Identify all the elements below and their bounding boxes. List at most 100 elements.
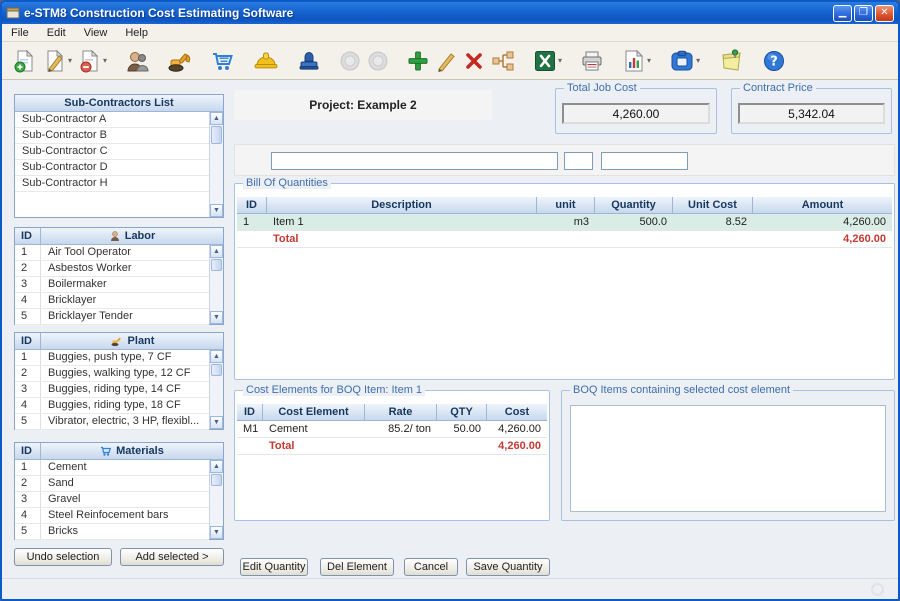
labor-scrollbar[interactable]: ▲ ▼	[209, 245, 223, 324]
toolbar-edit-item-button[interactable]	[432, 46, 460, 76]
toolbar-delete-project-button[interactable]: ▾	[75, 46, 110, 76]
delete-item-icon	[463, 50, 485, 72]
boq-items-title: BOQ Items containing selected cost eleme…	[570, 384, 793, 396]
item-description-input[interactable]	[271, 152, 558, 170]
delete-project-dropdown-caret[interactable]: ▾	[103, 56, 107, 65]
labor-title: Labor	[125, 230, 156, 242]
edit-quantity-button[interactable]: Edit Quantity	[240, 558, 308, 576]
resize-grip-icon[interactable]	[871, 583, 884, 596]
plant-id-header: ID	[15, 333, 41, 349]
materials-scrollbar[interactable]: ▲ ▼	[209, 460, 223, 539]
plant-row[interactable]: 2Buggies, walking type, 12 CF	[15, 366, 209, 382]
material-row[interactable]: 1Cement	[15, 460, 209, 476]
boq-total-label: Total	[267, 231, 537, 248]
boq-row[interactable]: 1 Item 1 m3 500.0 8.52 4,260.00	[237, 214, 892, 231]
toolbar-labor-button[interactable]	[250, 46, 282, 76]
tools-stamp-icon	[297, 49, 321, 73]
menu-edit[interactable]: Edit	[38, 26, 75, 40]
labor-row[interactable]: 2Asbestos Worker	[15, 261, 209, 277]
materials-title: Materials	[116, 445, 164, 457]
scroll-up-icon[interactable]: ▲	[210, 460, 223, 473]
materials-cart-icon	[211, 49, 235, 73]
scroll-down-icon[interactable]: ▼	[210, 311, 223, 324]
cancel-button[interactable]: Cancel	[404, 558, 458, 576]
close-button[interactable]: ✕	[875, 5, 894, 22]
plant-row[interactable]: 3Buggies, riding type, 14 CF	[15, 382, 209, 398]
nav-back-disabled-icon	[339, 50, 361, 72]
toolbar-help-button[interactable]: ?	[759, 46, 789, 76]
minimize-button[interactable]: ▁	[833, 5, 852, 22]
toolbar-assign-button[interactable]	[488, 46, 518, 76]
maximize-button[interactable]: ❐	[854, 5, 873, 22]
del-element-button[interactable]: Del Element	[320, 558, 394, 576]
materials-header-icon	[100, 445, 112, 457]
scroll-thumb[interactable]	[211, 126, 222, 144]
delete-project-icon	[78, 49, 102, 73]
plant-scrollbar[interactable]: ▲ ▼	[209, 350, 223, 429]
subcontractors-title: Sub-Contractors List	[15, 97, 223, 109]
scroll-thumb[interactable]	[211, 259, 222, 271]
menu-file[interactable]: File	[2, 26, 38, 40]
reports-dropdown-caret[interactable]: ▾	[647, 56, 651, 65]
menu-help[interactable]: Help	[116, 26, 157, 40]
menu-view[interactable]: View	[75, 26, 117, 40]
subcontractor-row[interactable]: Sub-Contractor A	[15, 112, 209, 128]
scroll-down-icon[interactable]: ▼	[210, 204, 223, 217]
toolbar-plant-button[interactable]	[164, 46, 196, 76]
boq-table-header: ID Description unit Quantity Unit Cost A…	[237, 197, 892, 214]
toolbar-edit-project-button[interactable]: ▾	[40, 46, 75, 76]
toolbar-export-excel-button[interactable]: ▾	[530, 46, 565, 76]
cost-elements-header: ID Cost Element Rate QTY Cost	[237, 404, 547, 421]
item-quantity-input[interactable]	[601, 152, 688, 170]
labor-row[interactable]: 1Air Tool Operator	[15, 245, 209, 261]
save-quantity-button[interactable]: Save Quantity	[466, 558, 550, 576]
toolbar-add-item-button[interactable]	[404, 46, 432, 76]
labor-row[interactable]: 5Bricklayer Tender	[15, 309, 209, 325]
export-dropdown-caret[interactable]: ▾	[558, 56, 562, 65]
item-unit-input[interactable]	[564, 152, 593, 170]
toolbar-delete-item-button[interactable]	[460, 46, 488, 76]
boq-items-listbox[interactable]	[570, 405, 886, 512]
labor-row[interactable]: 4Bricklayer	[15, 293, 209, 309]
material-row[interactable]: 5Bricks	[15, 524, 209, 540]
assign-split-icon	[491, 50, 515, 72]
toolbar-project-case-button[interactable]: ▾	[666, 46, 703, 76]
scroll-up-icon[interactable]: ▲	[210, 350, 223, 363]
scroll-up-icon[interactable]: ▲	[210, 112, 223, 125]
toolbar-tools-button[interactable]	[294, 46, 324, 76]
item-entry-band	[234, 144, 895, 176]
scroll-thumb[interactable]	[211, 364, 222, 376]
subcontractor-row[interactable]: Sub-Contractor D	[15, 160, 209, 176]
toolbar-reports-button[interactable]: ▾	[619, 46, 654, 76]
subcontractors-scrollbar[interactable]: ▲ ▼	[209, 112, 223, 217]
plant-row[interactable]: 4Buggies, riding type, 18 CF	[15, 398, 209, 414]
scroll-down-icon[interactable]: ▼	[210, 526, 223, 539]
menubar: File Edit View Help	[2, 24, 898, 42]
toolbar-print-button[interactable]	[577, 46, 607, 76]
plant-row[interactable]: 1Buggies, push type, 7 CF	[15, 350, 209, 366]
undo-selection-button[interactable]: Undo selection	[14, 548, 112, 566]
project-case-dropdown-caret[interactable]: ▾	[696, 56, 700, 65]
toolbar-notes-button[interactable]	[715, 46, 747, 76]
subcontractor-row[interactable]: Sub-Contractor H	[15, 176, 209, 192]
add-selected-button[interactable]: Add selected >	[120, 548, 224, 566]
subcontractor-row[interactable]: Sub-Contractor B	[15, 128, 209, 144]
scroll-thumb[interactable]	[211, 474, 222, 486]
edit-project-dropdown-caret[interactable]: ▾	[68, 56, 72, 65]
scroll-down-icon[interactable]: ▼	[210, 416, 223, 429]
toolbar-materials-button[interactable]	[208, 46, 238, 76]
materials-list: 1Cement 2Sand 3Gravel 4Steel Reinfocemen…	[15, 460, 209, 539]
subcontractor-row[interactable]: Sub-Contractor C	[15, 144, 209, 160]
material-row[interactable]: 3Gravel	[15, 492, 209, 508]
total-job-cost-value: 4,260.00	[562, 103, 710, 124]
material-row[interactable]: 2Sand	[15, 476, 209, 492]
scroll-up-icon[interactable]: ▲	[210, 245, 223, 258]
add-item-icon	[407, 50, 429, 72]
toolbar-subcontractors-button[interactable]	[122, 46, 152, 76]
labor-row[interactable]: 3Boilermaker	[15, 277, 209, 293]
toolbar-new-project-button[interactable]	[10, 46, 40, 76]
titlebar[interactable]: e-STM8 Construction Cost Estimating Soft…	[2, 2, 898, 24]
material-row[interactable]: 4Steel Reinfocement bars	[15, 508, 209, 524]
cost-element-row[interactable]: M1 Cement 85.2/ ton 50.00 4,260.00	[237, 421, 547, 438]
plant-row[interactable]: 5Vibrator, electric, 3 HP, flexibl...	[15, 414, 209, 430]
